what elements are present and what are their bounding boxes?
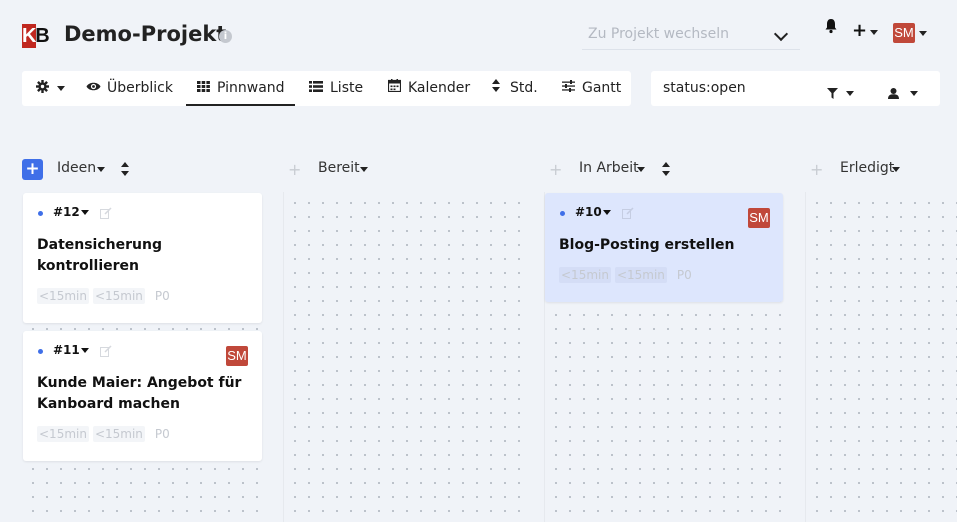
sort-icon[interactable] [662, 162, 670, 176]
kanboard-logo[interactable]: K B [22, 24, 50, 48]
task-card[interactable]: #11 SM Kunde Maier: Angebot für Kanboard… [23, 331, 262, 461]
view-tab-board[interactable]: Pinnwand [186, 71, 295, 106]
page-title: Demo-Projekt [64, 22, 227, 46]
add-task-plus-icon[interactable]: + [288, 160, 301, 179]
logo-b: B [35, 25, 50, 47]
view-tab-label: Std. [510, 80, 538, 96]
task-card-active[interactable]: #10 SM Blog-Posting erstellen <15min <15m… [545, 193, 783, 302]
sort-icon [489, 71, 503, 106]
task-meta: <15min <15min P0 [37, 288, 176, 304]
logo-k: K [22, 24, 37, 48]
sort-icon[interactable] [121, 162, 129, 176]
assignee-avatar[interactable]: SM [226, 346, 248, 366]
time-spent: <15min [92, 288, 145, 304]
filter-bar: status:open [651, 71, 940, 106]
view-tab-gantt[interactable]: Gantt [561, 71, 621, 106]
color-dot [38, 349, 43, 354]
color-dot [38, 211, 43, 216]
task-meta: <15min <15min P0 [559, 267, 698, 283]
caret-down-icon [57, 85, 66, 91]
project-settings-menu[interactable] [36, 71, 66, 106]
time-spent: <15min [614, 267, 667, 283]
user-filter-menu[interactable] [888, 83, 919, 102]
add-task-button[interactable]: + [22, 159, 43, 180]
view-toolbar: Überblick Pinnwand Liste Kalender Std. G… [22, 71, 631, 106]
caret-down-icon [360, 167, 368, 172]
assignee-avatar[interactable]: SM [748, 208, 770, 228]
bell-icon[interactable] [824, 18, 838, 34]
calendar-icon [387, 71, 401, 106]
project-switcher[interactable]: Zu Projekt wechseln [582, 20, 800, 50]
project-switcher-placeholder: Zu Projekt wechseln [588, 26, 729, 42]
priority-badge: P0 [154, 289, 170, 303]
view-tab-label: Liste [330, 80, 364, 96]
user-menu-caret-icon[interactable] [919, 31, 927, 36]
task-number[interactable]: #12 [53, 205, 89, 219]
caret-down-icon [80, 348, 89, 353]
user-icon [888, 88, 899, 99]
info-icon[interactable]: i [219, 30, 232, 43]
user-avatar[interactable]: SM [893, 23, 915, 43]
task-title[interactable]: Datensicherung kontrollieren [37, 235, 247, 277]
caret-down-icon [602, 210, 611, 215]
filter-menu[interactable] [827, 83, 855, 102]
view-tab-label: Pinnwand [217, 80, 285, 96]
task-number[interactable]: #11 [53, 343, 89, 357]
caret-down-icon [97, 167, 105, 172]
view-tab-overview[interactable]: Überblick [86, 71, 173, 106]
view-tab-list[interactable]: Liste [309, 71, 363, 106]
column-area-done [805, 192, 957, 522]
time-estimate: <15min [37, 288, 89, 304]
task-number[interactable]: #10 [575, 205, 611, 219]
task-title[interactable]: Kunde Maier: Angebot für Kanboard machen [37, 373, 247, 415]
task-id: #12 [53, 205, 80, 219]
view-tab-hours[interactable]: Std. [489, 71, 538, 106]
caret-down-icon [637, 167, 645, 172]
column-title: Erledigt [840, 160, 895, 176]
column-area-ready [283, 192, 524, 522]
sliders-icon [561, 71, 575, 106]
chevron-down-icon [773, 26, 789, 42]
edit-icon[interactable] [100, 207, 112, 219]
view-tab-label: Überblick [107, 80, 173, 96]
column-title: Ideen [57, 160, 97, 176]
filter-icon [827, 88, 838, 99]
gear-icon [36, 80, 49, 93]
edit-icon[interactable] [100, 345, 112, 357]
plus-menu-caret-icon[interactable] [870, 30, 878, 35]
caret-down-icon [80, 210, 89, 215]
time-estimate: <15min [37, 426, 89, 442]
task-card[interactable]: #12 Datensicherung kontrollieren <15min <… [23, 193, 262, 323]
caret-down-icon [892, 167, 900, 172]
task-id: #11 [53, 343, 80, 357]
column-title: In Arbeit [579, 160, 639, 176]
plus-icon[interactable]: + [852, 22, 867, 40]
list-icon [309, 71, 323, 106]
view-tab-label: Gantt [582, 80, 622, 96]
eye-icon [86, 71, 101, 106]
caret-down-icon [910, 91, 919, 96]
edit-icon[interactable] [622, 207, 634, 219]
task-id: #10 [575, 205, 602, 219]
column-title: Bereit [318, 160, 360, 176]
priority-badge: P0 [154, 427, 170, 441]
task-title[interactable]: Blog-Posting erstellen [559, 235, 769, 256]
time-estimate: <15min [559, 267, 611, 283]
add-task-plus-icon[interactable]: + [549, 160, 562, 179]
view-tab-calendar[interactable]: Kalender [387, 71, 470, 106]
view-tab-label: Kalender [408, 80, 471, 96]
add-task-plus-icon[interactable]: + [810, 160, 823, 179]
task-meta: <15min <15min P0 [37, 426, 176, 442]
time-spent: <15min [92, 426, 145, 442]
grid-icon [196, 71, 210, 106]
priority-badge: P0 [676, 268, 692, 282]
filter-input[interactable]: status:open [663, 80, 746, 96]
caret-down-icon [846, 91, 855, 96]
color-dot [560, 211, 565, 216]
